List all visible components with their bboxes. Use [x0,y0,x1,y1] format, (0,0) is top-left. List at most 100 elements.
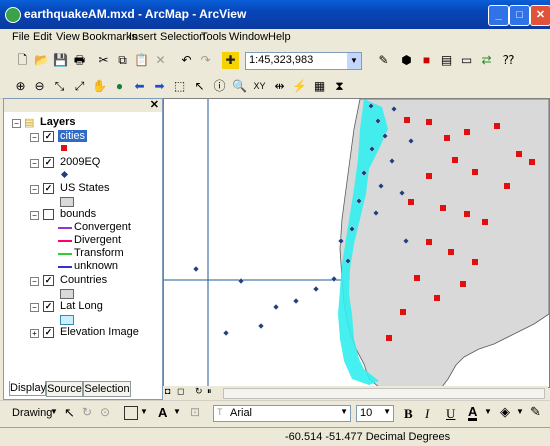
pause-drawing-icon[interactable]: ⏸ [207,386,212,397]
fill-color-icon[interactable]: ◈ [500,404,510,420]
full-extent-icon[interactable]: ● [111,78,128,95]
open-icon[interactable]: 📂 [33,52,50,69]
cut-icon[interactable]: ✂ [95,52,112,69]
model-builder-icon[interactable]: ⇄ [478,52,495,69]
collapse-layers-icon[interactable]: − [12,119,21,128]
pan-icon[interactable]: ✋ [91,78,108,95]
close-button[interactable]: ✕ [530,5,550,26]
undo-icon[interactable]: ↶ [178,52,195,69]
chevron-down-icon[interactable]: ▼ [140,407,148,416]
chevron-down-icon[interactable]: ▼ [516,407,524,416]
menu-selection[interactable]: Selection [160,31,205,43]
toc-close-icon[interactable]: ✕ [150,99,159,111]
menu-help[interactable]: Help [268,31,291,43]
select-elements-icon[interactable]: ↖ [64,405,75,421]
layer-lat-long-label[interactable]: Lat Long [60,300,103,312]
zoom-in-icon[interactable]: ⊕ [12,78,29,95]
html-popup-icon[interactable]: ▦ [311,78,328,95]
chevron-down-icon[interactable]: ▼ [340,407,348,416]
2009eq-checkbox[interactable]: ✓ [43,157,54,168]
layer-elevation-label[interactable]: Elevation Image [60,326,139,338]
layout-view-icon[interactable]: ◻ [177,386,184,397]
layer-bounds-label[interactable]: bounds [60,208,96,220]
time-slider-icon[interactable]: ⧗ [331,78,348,95]
go-to-xy-icon[interactable]: XY [251,78,268,95]
save-icon[interactable]: 💾 [52,52,69,69]
toolbox-icon[interactable]: ■ [418,52,435,69]
layer-us-states-label[interactable]: US States [60,182,110,194]
menu-tools[interactable]: Tools [201,31,227,43]
hyperlink-icon[interactable]: ⚡ [291,78,308,95]
tab-source[interactable]: Source [46,381,83,397]
minimize-button[interactable]: _ [488,5,509,26]
collapse-us-states-icon[interactable]: − [30,185,39,194]
font-color-icon[interactable]: A [468,405,478,421]
forward-extent-icon[interactable]: ➡ [151,78,168,95]
horizontal-scrollbar[interactable] [223,388,545,399]
lat-long-checkbox[interactable]: ✓ [43,301,54,312]
layer-cities-label[interactable]: cities [58,130,88,142]
menu-edit[interactable]: Edit [33,31,52,43]
font-name-combo[interactable]: T Arial ▼ [213,405,351,422]
select-features-icon[interactable]: ⬚ [171,78,188,95]
menu-window[interactable]: Window [229,31,268,43]
fixed-zoom-in-icon[interactable]: ⤡ [51,78,68,95]
whats-this-icon[interactable]: ⁇ [500,52,517,69]
edit-vertices-icon[interactable]: ⊡ [190,405,200,419]
layer-countries-label[interactable]: Countries [60,274,107,286]
catalog-icon[interactable]: ▤ [438,52,455,69]
find-icon[interactable]: 🔍 [231,78,248,95]
zoom-whole-page-icon[interactable]: ⊙ [100,405,110,419]
collapse-2009eq-icon[interactable]: − [30,159,39,168]
command-line-icon[interactable]: ▭ [458,52,475,69]
select-elements-icon[interactable]: ↖ [191,78,208,95]
chevron-down-icon[interactable]: ▼ [347,53,361,69]
collapse-countries-icon[interactable]: − [30,277,39,286]
add-data-icon[interactable]: ✚ [222,52,239,69]
collapse-lat-long-icon[interactable]: − [30,303,39,312]
chevron-down-icon[interactable]: ▼ [50,407,58,416]
redo-icon[interactable]: ↷ [197,52,214,69]
collapse-cities-icon[interactable]: − [30,133,39,142]
rotate-icon[interactable]: ↻ [82,405,92,419]
menu-view[interactable]: View [56,31,80,43]
us-states-checkbox[interactable]: ✓ [43,183,54,194]
layer-2009eq-label[interactable]: 2009EQ [60,156,100,168]
maximize-button[interactable]: □ [509,5,530,26]
chevron-down-icon[interactable]: ▼ [173,407,181,416]
underline-button[interactable]: U [446,406,455,422]
refresh-icon[interactable]: ↻ [195,386,203,397]
countries-checkbox[interactable]: ✓ [43,275,54,286]
print-icon[interactable]: 🖶 [71,52,88,69]
rectangle-icon[interactable] [124,406,138,420]
elevation-checkbox[interactable]: ✓ [43,327,54,338]
zoom-out-icon[interactable]: ⊖ [31,78,48,95]
tab-selection[interactable]: Selection [83,381,131,397]
menu-file[interactable]: File [12,31,30,43]
new-document-icon[interactable]: 🗋 [14,52,31,69]
cities-checkbox[interactable]: ✓ [43,131,54,142]
font-size-combo[interactable]: 10 ▼ [356,405,394,422]
chevron-down-icon[interactable]: ▼ [383,407,391,416]
back-extent-icon[interactable]: ⬅ [131,78,148,95]
identify-icon[interactable]: ⓘ [211,78,228,95]
map-view[interactable] [163,98,550,388]
arctoolbox-icon[interactable]: ⬢ [398,52,415,69]
fixed-zoom-out-icon[interactable]: ⤢ [71,78,88,95]
data-view-icon[interactable]: ◘ [165,386,170,396]
tab-display[interactable]: Display [9,381,46,396]
paste-icon[interactable]: 📋 [133,52,150,69]
chevron-down-icon[interactable]: ▼ [484,407,492,416]
expand-elevation-icon[interactable]: + [30,329,39,338]
bold-button[interactable]: B [404,406,413,422]
line-color-icon[interactable]: ✎ [530,404,541,420]
menu-insert[interactable]: Insert [129,31,157,43]
delete-icon[interactable]: ✕ [152,52,169,69]
copy-icon[interactable]: ⧉ [114,52,131,69]
editor-icon[interactable]: ✎ [375,52,392,69]
measure-icon[interactable]: ⇹ [271,78,288,95]
layers-root-label[interactable]: Layers [40,116,75,128]
collapse-bounds-icon[interactable]: − [30,211,39,220]
bounds-checkbox[interactable] [43,209,54,220]
map-scale-combo[interactable]: 1:45,323,983 ▼ [245,52,362,70]
